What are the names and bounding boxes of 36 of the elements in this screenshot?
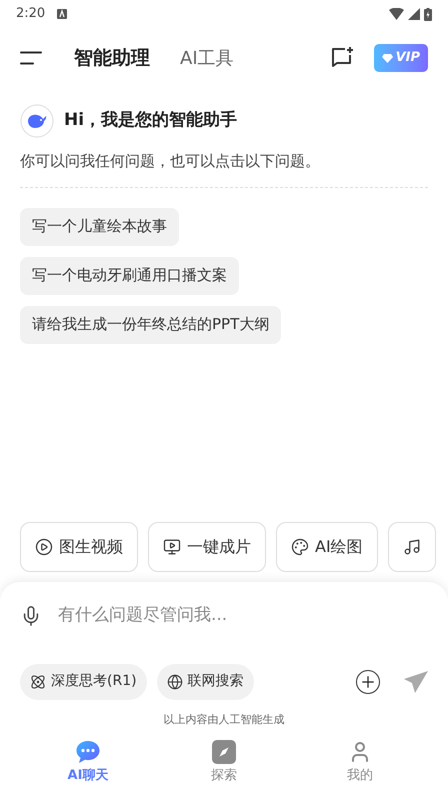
globe-icon [166,674,183,690]
ai-disclaimer: 以上内容由人工智能生成 [164,712,284,728]
header-tab[interactable]: 智能助理 [74,44,150,72]
tool-button[interactable]: AI绘图 [276,522,378,572]
screen-play-icon [163,538,181,556]
compass-icon [212,740,236,764]
nav-tab[interactable]: 探索 [156,740,292,798]
status-time: 2:20 [16,5,46,24]
whale-avatar-icon [20,104,54,138]
new-chat-icon[interactable] [330,46,354,70]
add-icon[interactable] [356,670,380,694]
notification-icon [57,9,68,19]
tool-button[interactable]: 图生视频 [20,522,138,572]
music-note-icon [402,538,421,556]
suggestion-chip[interactable]: 请给我生成一份年终总结的PPT大纲 [20,306,282,344]
chat-bubble-icon [75,740,101,764]
nav-tab[interactable]: AI聊天 [20,740,156,798]
greeting-title: Hi，我是您的智能助手 [64,109,238,132]
tool-button[interactable] [388,522,436,572]
option-toggle[interactable]: 联网搜索 [156,664,254,700]
signal-icon [408,8,420,20]
question-field[interactable]: 有什么问题尽管问我... [58,602,428,628]
greeting-subtitle: 你可以问我任何问题，也可以点击以下问题。 [20,151,321,172]
play-icon [35,538,53,556]
suggestion-chip[interactable]: 写一个儿童绘本故事 [20,208,179,246]
palette-icon [291,538,309,556]
menu-icon[interactable] [20,51,42,65]
header-tab[interactable]: AI工具 [180,44,234,72]
diamond-icon [382,54,393,62]
nav-tab[interactable]: 我的 [292,740,428,798]
tool-button[interactable]: 一键成片 [148,522,266,572]
atom-icon [30,674,46,690]
battery-icon [424,8,432,20]
suggestion-chip[interactable]: 写一个电动牙刷通用口播文案 [20,256,239,294]
wifi-icon [389,8,404,20]
option-toggle[interactable]: 深度思考(R1) [20,664,147,700]
